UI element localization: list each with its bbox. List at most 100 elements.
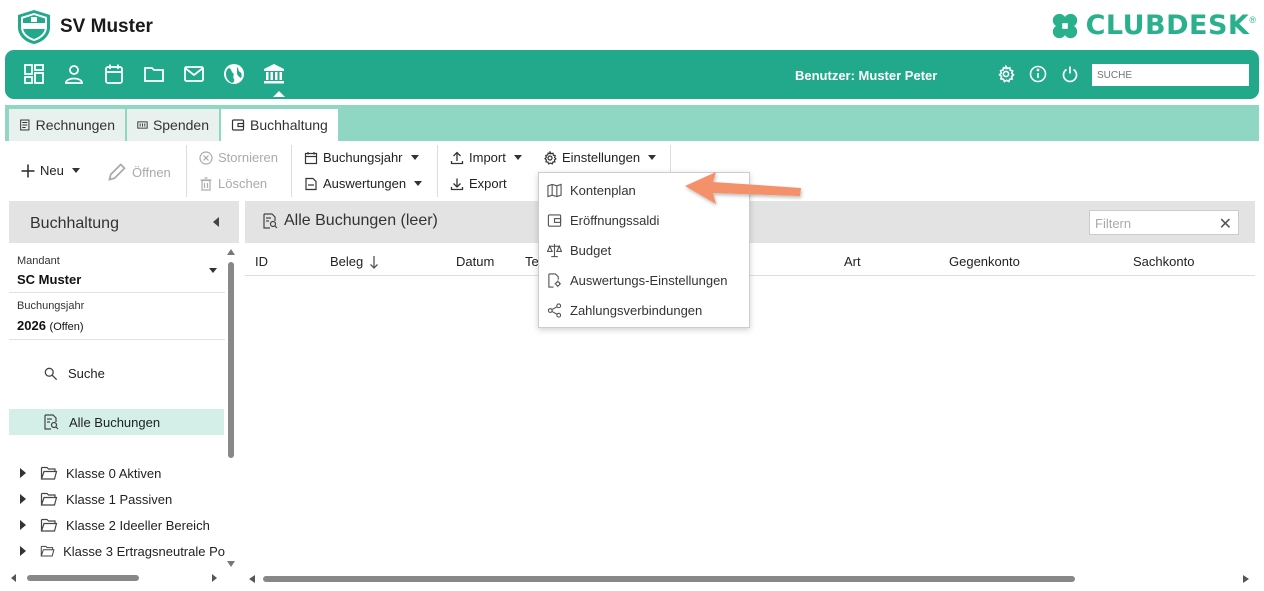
new-button-label: Neu (40, 163, 64, 178)
document-search-icon (44, 414, 59, 430)
report-settings-icon (548, 273, 562, 288)
fiscal-year-value: 2026 (Offen) (17, 318, 84, 333)
expand-icon[interactable] (20, 520, 26, 530)
sidebar-search-label: Suche (68, 366, 105, 381)
trash-icon (200, 176, 212, 191)
download-icon (450, 178, 464, 190)
chevron-down-icon[interactable] (209, 268, 217, 273)
tree-item-klasse-0[interactable]: Klasse 0 Aktiven (20, 465, 225, 481)
menu-item-label: Zahlungsverbindungen (570, 303, 703, 318)
tree-item-klasse-1[interactable]: Klasse 1 Passiven (20, 491, 225, 507)
column-header-art[interactable]: Art (844, 254, 861, 269)
reports-label: Auswertungen (323, 176, 407, 191)
annotation-arrow (685, 172, 801, 204)
global-search-input[interactable] (1092, 64, 1249, 86)
tree-item-label: Klasse 0 Aktiven (66, 465, 162, 481)
main-title-text: Alle Buchungen (leer) (284, 212, 438, 229)
table-header-divider (245, 275, 1255, 276)
brand-registered: ® (1249, 14, 1256, 25)
expand-icon[interactable] (20, 468, 26, 478)
invoice-icon (20, 119, 30, 131)
chevron-down-icon (648, 155, 657, 160)
tab-rechnungen[interactable]: Rechnungen (9, 109, 125, 141)
scale-icon (547, 243, 562, 258)
fiscal-year-label: Buchungsjahr (323, 150, 403, 165)
info-icon[interactable] (1029, 65, 1047, 83)
gear-icon (544, 150, 557, 165)
sidebar-horizontal-scrollbar[interactable] (9, 572, 239, 584)
report-icon (305, 177, 317, 190)
menu-item-budget[interactable]: Budget (547, 243, 611, 258)
column-header-datum[interactable]: Datum (456, 254, 494, 269)
import-menu[interactable]: Import (450, 150, 522, 165)
import-label: Import (469, 150, 506, 165)
document-search-icon (263, 213, 278, 229)
toolbar-divider (437, 145, 438, 197)
club-logo (16, 9, 52, 45)
current-user-label: Benutzer: Muster Peter (795, 68, 938, 83)
main-horizontal-scrollbar[interactable] (245, 572, 1255, 586)
calendar-icon[interactable] (103, 63, 125, 85)
menu-item-auswertungs-einstellungen[interactable]: Auswertungs-Einstellungen (547, 273, 728, 288)
sidebar-item-all-bookings[interactable]: Alle Buchungen (9, 409, 224, 435)
power-icon[interactable] (1061, 65, 1079, 83)
filter-input[interactable]: Filtern ✕ (1089, 210, 1239, 235)
donation-icon (137, 121, 148, 129)
tree-item-klasse-3[interactable]: Klasse 3 Ertragsneutrale Po (20, 543, 225, 559)
tree-item-klasse-2[interactable]: Klasse 2 Ideeller Bereich (20, 517, 225, 533)
tree-item-label: Klasse 2 Ideeller Bereich (66, 517, 210, 533)
column-header-gegenkonto[interactable]: Gegenkonto (949, 254, 1020, 269)
folder-open-icon (40, 492, 58, 506)
cancel-booking-label: Stornieren (218, 150, 278, 165)
fiscal-year-menu[interactable]: Buchungsjahr (304, 150, 419, 165)
delete-button-label: Löschen (218, 176, 268, 191)
tab-label: Buchhaltung (250, 117, 328, 133)
expand-icon[interactable] (20, 546, 26, 556)
all-bookings-label: Alle Buchungen (69, 414, 161, 430)
column-header-sachkonto[interactable]: Sachkonto (1133, 254, 1194, 269)
menu-item-eroeffnungssaldi[interactable]: Eröffnungssaldi (547, 213, 659, 228)
dashboard-icon[interactable] (23, 63, 45, 85)
main-title: Alle Buchungen (leer) (262, 212, 438, 230)
client-label: Mandant (17, 255, 60, 267)
column-header-id[interactable]: ID (255, 254, 268, 269)
folder-icon[interactable] (143, 63, 165, 85)
client-select[interactable]: SC Muster (17, 272, 81, 287)
tree-item-label: Klasse 1 Passiven (66, 491, 173, 507)
column-header-text[interactable]: Te (525, 254, 539, 269)
reports-menu[interactable]: Auswertungen (304, 176, 423, 191)
expand-icon[interactable] (20, 494, 26, 504)
column-header-label: Beleg (330, 254, 364, 269)
menu-item-zahlungsverbindungen[interactable]: Zahlungsverbindungen (547, 303, 702, 318)
upload-icon (450, 151, 464, 164)
active-nav-indicator (273, 91, 285, 97)
delete-button[interactable]: Löschen (199, 176, 267, 191)
year-number: 2026 (17, 318, 46, 333)
menu-item-kontenplan[interactable]: Kontenplan (547, 183, 636, 198)
column-header-beleg[interactable]: Beleg (330, 254, 379, 269)
person-icon[interactable] (63, 63, 85, 85)
wallet-icon (231, 119, 245, 131)
open-button[interactable]: Öffnen (107, 162, 171, 182)
calendar-icon (304, 151, 318, 164)
bank-icon[interactable] (263, 63, 285, 85)
cancel-booking-button[interactable]: Stornieren (199, 150, 278, 165)
tab-spenden[interactable]: Spenden (127, 109, 219, 141)
tab-buchhaltung[interactable]: Buchhaltung (221, 109, 338, 141)
gear-icon[interactable] (997, 65, 1015, 83)
globe-icon[interactable] (223, 63, 245, 85)
new-button[interactable]: Neu (21, 163, 80, 178)
clover-icon (1052, 13, 1077, 38)
pencil-icon (108, 163, 126, 181)
mail-icon[interactable] (183, 63, 205, 85)
sidebar-title: Buchhaltung (30, 215, 119, 232)
export-button[interactable]: Export (450, 176, 507, 191)
plus-icon (21, 164, 35, 177)
settings-menu[interactable]: Einstellungen (543, 150, 657, 165)
clear-filter-icon[interactable]: ✕ (1219, 214, 1232, 234)
clubdesk-brand: CLUBDESK ® (1050, 10, 1256, 41)
sidebar-vertical-scrollbar[interactable] (226, 248, 236, 568)
sidebar-search-link[interactable]: Suche (44, 366, 105, 381)
collapse-sidebar-icon[interactable] (213, 217, 219, 227)
share-icon (547, 303, 562, 318)
